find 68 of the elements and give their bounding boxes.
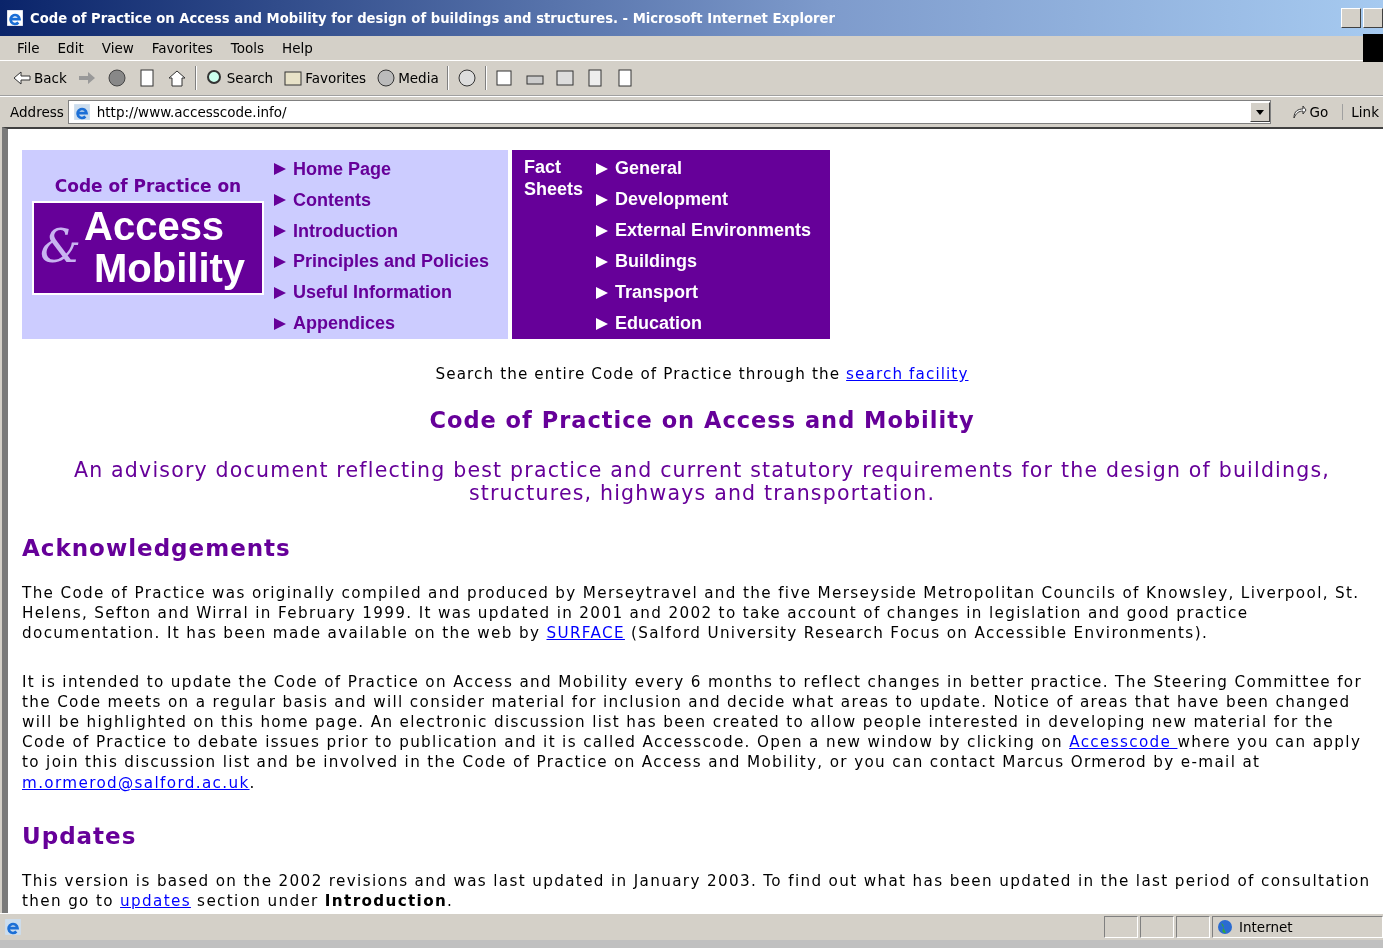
fact-sheet-link[interactable]: Development (596, 184, 812, 215)
fact-sheet-link[interactable]: Transport (596, 277, 812, 308)
fact-sheet-link[interactable]: General (596, 153, 812, 184)
triangle-icon (274, 163, 286, 176)
nav-link[interactable]: Appendices (274, 308, 490, 339)
status-panel (1140, 916, 1174, 938)
paragraph: It is intended to update the Code of Practice on Access and Mobility every 6 months to reflect changes in better practice. The Steering Committee for the Code meets on a regular basis and will consider material for inclusion and decide what areas to update. Notice of areas that have been changed will be highlighted on this home page. An electronic discussion list has been created to allow people interested in developing new material for the Code of Practice to debate issues prior to publication and it is called Accesscode. Open a new window by clicking on Accesscode where you can apply to join this discussion list and be involved in the Code of Practice on Access and Mobility, or you can contact Marcus Ormerod by e-mail at m.ormerod@salford.ac.uk. (22, 671, 1364, 793)
links-button[interactable]: Link (1347, 104, 1383, 120)
fact-sheet-link[interactable]: External Environments (596, 215, 812, 246)
triangle-icon (596, 286, 608, 299)
dropdown-icon (1255, 109, 1264, 115)
status-panel (1176, 916, 1210, 938)
section-heading: Updates (22, 822, 138, 849)
menu-item[interactable]: Tools (221, 40, 274, 56)
home-icon (166, 68, 187, 88)
fact-sheets-label: Fact Sheets (524, 156, 584, 201)
nav-link[interactable]: Introduction (274, 215, 490, 247)
triangle-icon (274, 225, 286, 238)
triangle-icon (274, 317, 286, 330)
triangle-icon (596, 317, 608, 330)
triangle-icon (596, 224, 608, 237)
nav-link[interactable]: Contents (274, 184, 490, 216)
menu-item[interactable]: View (92, 40, 143, 56)
menu-item[interactable]: Edit (48, 40, 93, 56)
text-link[interactable]: Accesscode (1069, 733, 1178, 752)
menu-item[interactable]: Help (273, 40, 322, 56)
triangle-icon (274, 286, 286, 299)
search-button[interactable]: Search (202, 68, 276, 88)
status-panel (1104, 916, 1138, 938)
go-button[interactable]: Go (1274, 104, 1344, 120)
go-arrow-icon (1290, 104, 1307, 120)
minimize-button[interactable] (1341, 8, 1361, 28)
triangle-icon (596, 162, 608, 175)
address-field[interactable]: http://www.accesscode.info/ (67, 100, 1271, 124)
window-title: Code of Practice on Access and Mobility for design of buildings and structures. - Microsoft Internet Explorer (30, 10, 835, 26)
address-label: Address (10, 104, 64, 120)
back-icon (12, 68, 32, 88)
search-text: Search the entire Code of Practice through the (435, 365, 841, 383)
globe-icon (1217, 919, 1233, 935)
section-heading: Acknowledgements (22, 535, 292, 561)
page-icon (72, 103, 91, 121)
triangle-icon (274, 194, 286, 207)
text-link[interactable]: m.ormerod@salford.ac.uk (22, 773, 250, 792)
paragraph: The Code of Practice was originally compiled and produced by Merseytravel and the five Merseyside Metropolitan Councils of Knowsley, Liverpool, St. Helens, Sefton and Wirral in February 1999. It was updated in 2001 and 2002 to take account of changes in legislation and good practice documentation. It has been made available on the web by SURFACE (Salford University Research Focus on Accessible Environments). (22, 583, 1361, 644)
logo-caption: Code of Practice on (54, 176, 242, 196)
triangle-icon (596, 193, 608, 206)
page-title: Code of Practice on Access and Mobility (428, 407, 976, 433)
menu-item[interactable]: File (8, 40, 49, 56)
triangle-icon (274, 255, 286, 268)
security-zone: Internet (1212, 916, 1383, 938)
browser-icon (6, 9, 24, 27)
fact-sheet-link[interactable]: Education (596, 308, 812, 339)
media-button[interactable]: Media (374, 68, 441, 88)
menu-item[interactable]: Favorites (142, 40, 222, 56)
favorites-button[interactable]: Favorites (281, 68, 369, 88)
triangle-icon (596, 255, 608, 268)
nav-link[interactable]: Useful Information (274, 277, 490, 309)
nav-link[interactable]: Principles and Policies (274, 246, 490, 278)
restore-button[interactable] (1363, 8, 1383, 28)
text-link[interactable]: SURFACE (546, 624, 625, 643)
search-link[interactable]: search facility (846, 365, 969, 383)
text-link[interactable]: updates (120, 892, 191, 911)
fact-sheet-link[interactable]: Buildings (596, 246, 812, 277)
page-subtitle: An advisory document reflecting best practice and current statutory requirements for the design of buildings, structures, highways and transportation. (72, 459, 1332, 505)
nav-link[interactable]: Home Page (274, 154, 490, 185)
back-button[interactable]: Back (10, 68, 69, 88)
page-icon (4, 918, 22, 936)
paragraph: This version is based on the 2002 revisions and was last updated in January 2003. To find out what has been updated in the last period of consultation then go to updates section under Introduction. (22, 870, 1372, 912)
